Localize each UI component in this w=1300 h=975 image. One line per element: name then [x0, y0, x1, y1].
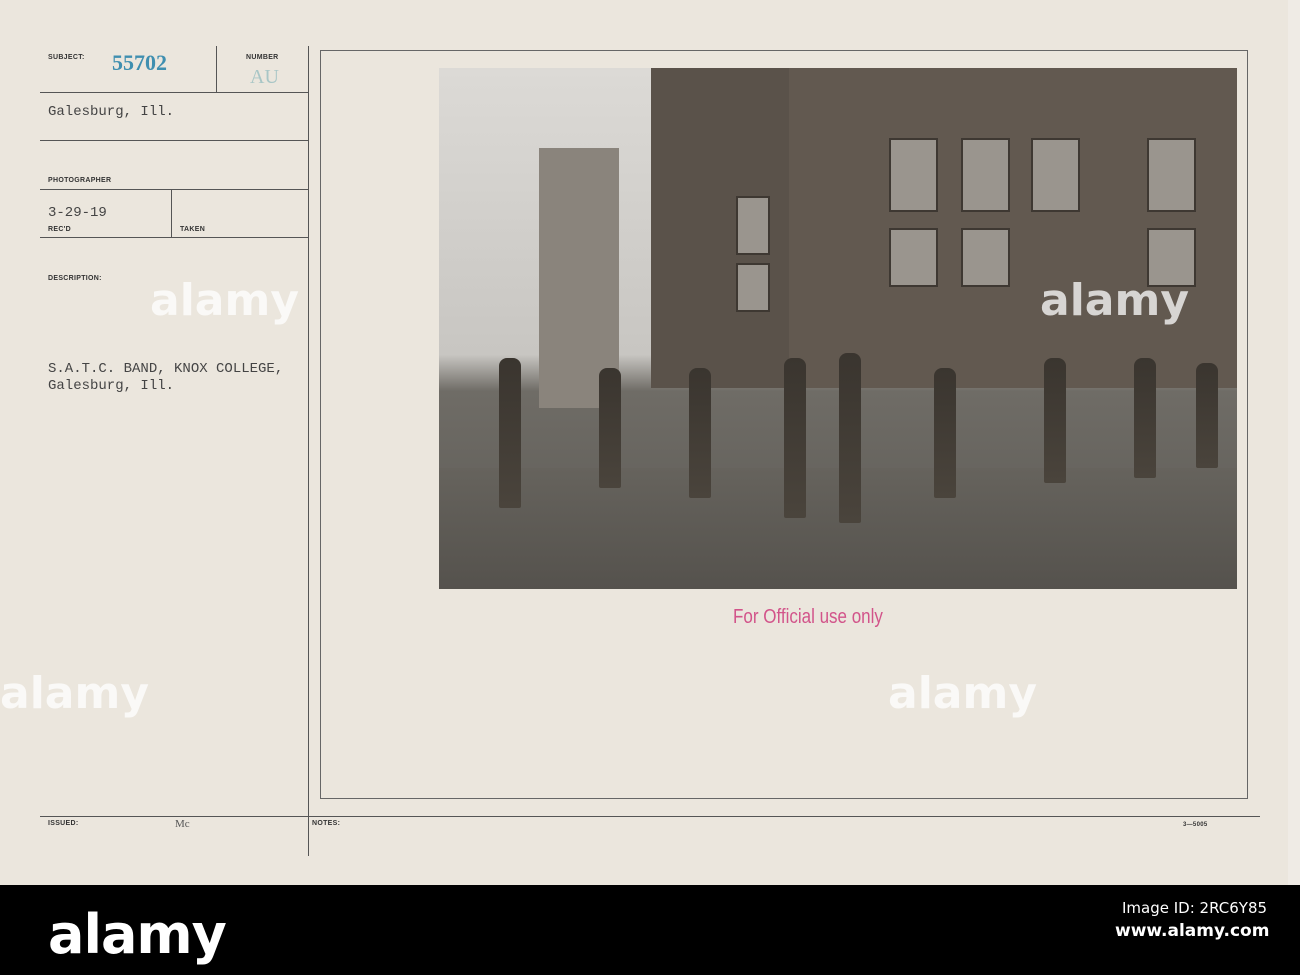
subject-label: SUBJECT:	[48, 54, 85, 61]
alamy-logo: alamy	[48, 903, 227, 966]
photographer-label: PHOTOGRAPHER	[48, 177, 112, 184]
band-photograph	[439, 68, 1237, 589]
archival-photo-card: SUBJECT: 55702 NUMBER AU Galesburg, Ill.…	[0, 0, 1288, 885]
watermark-logo: alamy	[1040, 275, 1189, 326]
watermark-logo: alamy	[888, 668, 1037, 719]
number-label: NUMBER	[246, 54, 279, 61]
location-text: Galesburg, Ill.	[48, 104, 175, 120]
number-value: AU	[250, 66, 279, 88]
form-number: 3—5005	[1183, 822, 1208, 828]
taken-label: TAKEN	[180, 226, 206, 233]
alamy-footer-bar: alamy Image ID: 2RC6Y85 www.alamy.com	[0, 885, 1300, 975]
watermark-logo: alamy	[150, 275, 299, 326]
official-use-stamp: For Official use only	[733, 606, 883, 628]
notes-label: NOTES:	[312, 820, 341, 827]
received-date: 3-29-19	[48, 205, 107, 221]
description-line-1: S.A.T.C. BAND, KNOX COLLEGE,	[48, 361, 284, 377]
image-id: Image ID: 2RC6Y85	[1122, 899, 1268, 917]
description-label: DESCRIPTION:	[48, 275, 102, 282]
subject-number: 55702	[112, 50, 167, 75]
watermark-logo: alamy	[0, 668, 149, 719]
issued-value: Mc	[175, 818, 190, 830]
description-line-2: Galesburg, Ill.	[48, 378, 175, 394]
issued-label: ISSUED:	[48, 820, 79, 827]
received-label: REC'D	[48, 226, 71, 233]
alamy-url[interactable]: www.alamy.com	[1115, 921, 1269, 941]
